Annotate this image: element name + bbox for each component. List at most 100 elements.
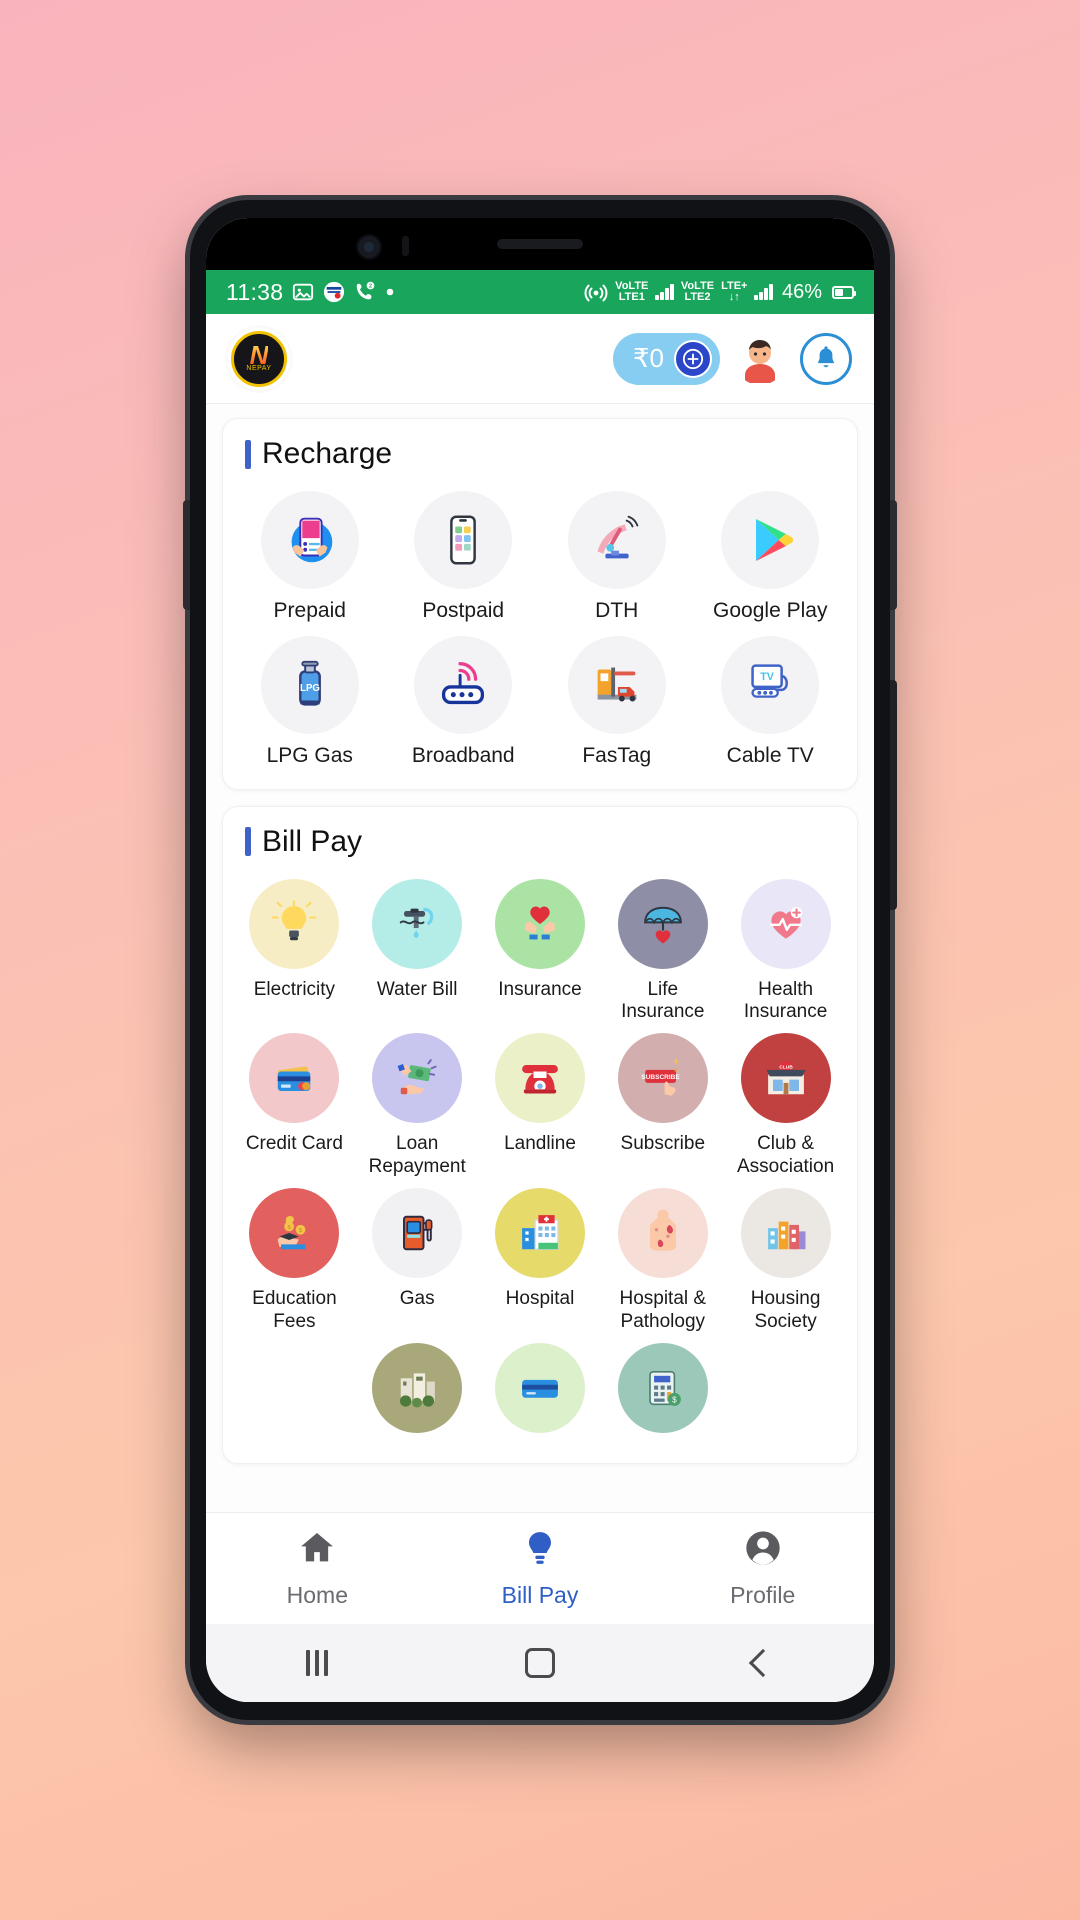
system-navigation-bar — [206, 1624, 874, 1702]
system-back-icon[interactable] — [651, 1648, 874, 1678]
recharge-item-postpaid[interactable]: Postpaid — [387, 491, 541, 624]
bill-item-hospital-pathology[interactable]: Hospital & Pathology — [601, 1188, 724, 1333]
battery-percent: 46% — [781, 280, 822, 303]
bill-label: Education Fees — [252, 1288, 337, 1332]
recharge-item-prepaid[interactable]: Prepaid — [233, 491, 387, 624]
bill-item-health-insurance[interactable]: Health Insurance — [724, 878, 847, 1024]
bill-label: Loan Repayment — [368, 1133, 466, 1177]
recharge-label: Postpaid — [422, 599, 505, 622]
earpiece-speaker — [497, 239, 583, 249]
app-logo[interactable]: N NEPAY — [228, 327, 290, 390]
phone-screen: 11:38 2 VoLTE LTE1 VoLTE LTE2 LTE+ ↓↑ 46… — [206, 218, 874, 1702]
cable-tv-icon: TV — [721, 635, 820, 734]
recharge-item-broadband[interactable]: Broadband — [387, 635, 541, 769]
bill-item-debit-card[interactable] — [479, 1342, 602, 1443]
home-icon — [297, 1528, 337, 1573]
satellite-dish-icon — [567, 491, 666, 589]
bill-item-life-insurance[interactable]: Life Insurance — [601, 878, 724, 1024]
status-time: 11:38 — [226, 278, 284, 305]
umbrella-heart-icon — [617, 878, 708, 969]
water-tap-icon — [372, 878, 463, 969]
recharge-label: FasTag — [582, 743, 652, 767]
bill-item-placeholder-2[interactable] — [724, 1343, 847, 1443]
bill-label: Life Insurance — [621, 978, 705, 1022]
bill-item-municipal-tax[interactable] — [356, 1342, 479, 1443]
bill-item-education-fees[interactable]: $ $ Education Fees — [233, 1188, 356, 1333]
power-button[interactable] — [890, 500, 897, 610]
bill-item-water-bill[interactable]: Water Bill — [356, 878, 479, 1024]
recharge-heading: Recharge — [233, 437, 847, 477]
svg-text:TV: TV — [761, 671, 775, 683]
bill-item-credit-card[interactable]: Credit Card — [233, 1033, 356, 1178]
bottom-navigation: Home Bill Pay Profile — [206, 1512, 874, 1624]
bill-item-hospital[interactable]: Hospital — [479, 1188, 602, 1333]
recharge-label: Broadband — [411, 743, 515, 767]
bill-item-housing-society[interactable]: Housing Society — [724, 1188, 847, 1333]
bill-label: Hospital & Pathology — [619, 1288, 707, 1332]
bill-label: Health Insurance — [743, 978, 828, 1022]
logo-letter: N — [249, 339, 269, 370]
bill-item-placeholder-1[interactable] — [233, 1343, 356, 1443]
photo-icon — [292, 281, 314, 303]
recharge-item-dth[interactable]: DTH — [540, 491, 694, 624]
plus-circle-icon[interactable] — [674, 339, 712, 378]
bill-pay-heading: Bill Pay — [233, 825, 847, 865]
toll-booth-icon — [567, 635, 666, 734]
bill-item-electricity[interactable]: Electricity — [233, 878, 356, 1024]
router-icon — [414, 635, 513, 734]
recharge-item-cable-tv[interactable]: TV Cable TV — [694, 635, 848, 769]
postpaid-phone-icon — [414, 491, 513, 589]
recharge-label: Prepaid — [273, 599, 346, 622]
nav-item-profile[interactable]: Profile — [651, 1528, 874, 1609]
club-building-icon: CLUB — [740, 1033, 831, 1124]
nav-item-home[interactable]: Home — [206, 1528, 429, 1609]
content-scroll-area[interactable]: Recharge Prepaid Postpaid DTH Google Pla… — [206, 404, 874, 1512]
app-header: N NEPAY ₹0 — [206, 314, 874, 404]
signal-sim1-icon — [655, 284, 674, 300]
landline-phone-icon — [494, 1033, 585, 1124]
light-bulb-icon — [249, 878, 340, 969]
bill-label: Club & Association — [737, 1133, 835, 1177]
hospital-icon — [494, 1188, 585, 1279]
credit-card-icon — [249, 1033, 340, 1124]
bell-icon[interactable] — [800, 332, 852, 385]
bill-item-insurance[interactable]: Insurance — [479, 878, 602, 1024]
profile-icon — [743, 1528, 783, 1573]
bill-item-landline[interactable]: Landline — [479, 1033, 602, 1178]
system-home-icon[interactable] — [429, 1648, 652, 1678]
bill-item-gas[interactable]: Gas — [356, 1188, 479, 1333]
missed-call-icon: 2 — [354, 281, 376, 303]
fuel-pump-icon — [372, 1188, 463, 1279]
bill-label: Water Bill — [376, 978, 458, 1000]
bill-pay-grid: Electricity Water Bill Insurance Life In… — [233, 878, 847, 1443]
recharge-label: Cable TV — [726, 743, 814, 767]
bill-item-loan-repayment[interactable]: Loan Repayment — [356, 1033, 479, 1178]
recharge-item-google-play[interactable]: Google Play — [694, 491, 848, 624]
hdfc-bank-icon — [323, 281, 345, 303]
sensor-icon — [402, 236, 409, 256]
heartbeat-icon — [740, 878, 831, 969]
wallet-balance-button[interactable]: ₹0 — [612, 332, 720, 385]
user-avatar-icon[interactable] — [734, 332, 786, 385]
signal-sim2-icon — [754, 284, 773, 300]
svg-text:LPG: LPG — [300, 683, 320, 694]
svg-text:$: $ — [672, 1396, 677, 1405]
recharge-item-fastag[interactable]: FasTag — [540, 635, 694, 769]
bill-item-club-association[interactable]: CLUB Club & Association — [724, 1033, 847, 1178]
recent-apps-icon[interactable] — [206, 1650, 429, 1676]
dot-icon — [385, 287, 395, 297]
google-play-icon — [721, 491, 820, 589]
section-accent-bar — [245, 439, 251, 469]
bill-label: Hospital — [505, 1288, 575, 1310]
recharge-item-lpg-gas[interactable]: LPG LPG Gas — [233, 635, 387, 769]
municipal-tax-icon — [372, 1342, 463, 1433]
nav-label: Profile — [730, 1582, 796, 1608]
bill-item-subscribe[interactable]: SUBSCRIBE Subscribe — [601, 1033, 724, 1178]
section-accent-bar — [245, 827, 251, 857]
nav-item-bill-pay[interactable]: Bill Pay — [429, 1528, 652, 1609]
phone-device: 11:38 2 VoLTE LTE1 VoLTE LTE2 LTE+ ↓↑ 46… — [183, 200, 897, 1720]
bill-label: Subscribe — [620, 1133, 706, 1155]
nav-label: Home — [286, 1582, 349, 1608]
logo-text: NEPAY — [246, 365, 272, 373]
bill-item-tax-calculator[interactable]: $ — [601, 1342, 724, 1443]
